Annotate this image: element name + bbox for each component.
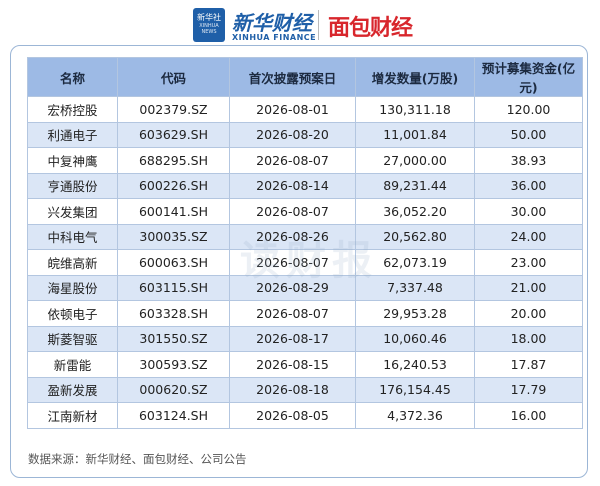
cell-name: 中复神鹰 [27, 147, 118, 174]
cell-date: 2026-08-07 [229, 198, 356, 225]
cell-name: 新雷能 [27, 351, 118, 378]
cell-date: 2026-08-18 [229, 376, 356, 403]
column-header: 增发数量(万股) [355, 57, 475, 97]
cell-date: 2026-08-20 [229, 121, 356, 148]
column-header: 预计募集资金(亿元) [474, 57, 583, 97]
cell-shares: 176,154.45 [355, 376, 475, 403]
cell-shares: 20,562.80 [355, 223, 475, 250]
cell-funds: 24.00 [474, 223, 583, 250]
cell-name: 斯菱智驱 [27, 325, 118, 352]
table-row: 中科电气 300035.SZ 2026-08-26 20,562.80 24.00 [27, 223, 583, 250]
xinhua-logo-subtext: XINHUA NEWS [199, 23, 219, 35]
mianbao-logo: 面包财经 [328, 16, 413, 41]
cell-funds: 21.00 [474, 274, 583, 301]
cell-shares: 36,052.20 [355, 198, 475, 225]
cell-funds: 50.00 [474, 121, 583, 148]
cell-funds: 120.00 [474, 96, 583, 123]
table-row: 利通电子 603629.SH 2026-08-20 11,001.84 50.00 [27, 121, 583, 148]
cell-name: 盈新发展 [27, 376, 118, 403]
cell-shares: 62,073.19 [355, 249, 475, 276]
cell-code: 600063.SH [117, 249, 230, 276]
cell-shares: 11,001.84 [355, 121, 475, 148]
cell-shares: 4,372.36 [355, 402, 475, 429]
cell-date: 2026-08-17 [229, 325, 356, 352]
cell-code: 603115.SH [117, 274, 230, 301]
cell-code: 603328.SH [117, 300, 230, 327]
cell-shares: 7,337.48 [355, 274, 475, 301]
cell-name: 皖维高新 [27, 249, 118, 276]
cell-code: 301550.SZ [117, 325, 230, 352]
table-row: 海星股份 603115.SH 2026-08-29 7,337.48 21.00 [27, 274, 583, 301]
private-placement-table: 名称 代码 首次披露预案日 增发数量(万股) 预计募集资金(亿元) 宏桥控股 00… [27, 57, 583, 429]
logo-divider [318, 10, 319, 40]
xinhua-finance-en: XINHUA FINANCE [232, 33, 317, 42]
column-header: 首次披露预案日 [229, 57, 356, 97]
table-row: 新雷能 300593.SZ 2026-08-15 16,240.53 17.87 [27, 351, 583, 378]
cell-code: 300593.SZ [117, 351, 230, 378]
table-row: 江南新材 603124.SH 2026-08-05 4,372.36 16.00 [27, 402, 583, 429]
cell-name: 海星股份 [27, 274, 118, 301]
cell-shares: 27,000.00 [355, 147, 475, 174]
cell-name: 利通电子 [27, 121, 118, 148]
table-row: 依顿电子 603328.SH 2026-08-07 29,953.28 20.00 [27, 300, 583, 327]
cell-funds: 36.00 [474, 172, 583, 199]
brand-header: 新华社 XINHUA NEWS 新华财经 XINHUA FINANCE 面包财经 [0, 0, 600, 50]
cell-funds: 38.93 [474, 147, 583, 174]
table-row: 皖维高新 600063.SH 2026-08-07 62,073.19 23.00 [27, 249, 583, 276]
cell-code: 000620.SZ [117, 376, 230, 403]
cell-name: 亨通股份 [27, 172, 118, 199]
cell-date: 2026-08-07 [229, 300, 356, 327]
cell-shares: 130,311.18 [355, 96, 475, 123]
cell-date: 2026-08-29 [229, 274, 356, 301]
cell-date: 2026-08-14 [229, 172, 356, 199]
cell-name: 宏桥控股 [27, 96, 118, 123]
cell-funds: 30.00 [474, 198, 583, 225]
cell-date: 2026-08-01 [229, 96, 356, 123]
cell-funds: 20.00 [474, 300, 583, 327]
data-table-wrapper: 名称 代码 首次披露预案日 增发数量(万股) 预计募集资金(亿元) 宏桥控股 00… [27, 57, 583, 429]
cell-shares: 10,060.46 [355, 325, 475, 352]
xinhua-finance-logo: 新华财经 [232, 11, 312, 35]
data-source-note: 数据来源：新华财经、面包财经、公司公告 [28, 452, 247, 466]
cell-code: 002379.SZ [117, 96, 230, 123]
cell-shares: 89,231.44 [355, 172, 475, 199]
cell-funds: 23.00 [474, 249, 583, 276]
cell-date: 2026-08-05 [229, 402, 356, 429]
cell-shares: 29,953.28 [355, 300, 475, 327]
cell-date: 2026-08-07 [229, 147, 356, 174]
cell-name: 江南新材 [27, 402, 118, 429]
cell-name: 中科电气 [27, 223, 118, 250]
cell-code: 603629.SH [117, 121, 230, 148]
cell-name: 兴发集团 [27, 198, 118, 225]
table-row: 斯菱智驱 301550.SZ 2026-08-17 10,060.46 18.00 [27, 325, 583, 352]
table-row: 中复神鹰 688295.SH 2026-08-07 27,000.00 38.93 [27, 147, 583, 174]
xinhua-logo-text: 新华社 [197, 13, 221, 22]
table-row: 亨通股份 600226.SH 2026-08-14 89,231.44 36.00 [27, 172, 583, 199]
cell-code: 688295.SH [117, 147, 230, 174]
cell-name: 依顿电子 [27, 300, 118, 327]
column-header: 名称 [27, 57, 118, 97]
table-row: 盈新发展 000620.SZ 2026-08-18 176,154.45 17.79 [27, 376, 583, 403]
cell-shares: 16,240.53 [355, 351, 475, 378]
table-row: 宏桥控股 002379.SZ 2026-08-01 130,311.18 120.00 [27, 96, 583, 123]
cell-funds: 17.79 [474, 376, 583, 403]
xinhua-logo: 新华社 XINHUA NEWS [193, 8, 225, 42]
cell-date: 2026-08-15 [229, 351, 356, 378]
cell-code: 603124.SH [117, 402, 230, 429]
cell-code: 600226.SH [117, 172, 230, 199]
cell-funds: 17.87 [474, 351, 583, 378]
cell-funds: 18.00 [474, 325, 583, 352]
cell-date: 2026-08-26 [229, 223, 356, 250]
table-row: 兴发集团 600141.SH 2026-08-07 36,052.20 30.00 [27, 198, 583, 225]
cell-funds: 16.00 [474, 402, 583, 429]
table-header-row: 名称 代码 首次披露预案日 增发数量(万股) 预计募集资金(亿元) [27, 57, 583, 97]
column-header: 代码 [117, 57, 230, 97]
cell-code: 600141.SH [117, 198, 230, 225]
cell-date: 2026-08-07 [229, 249, 356, 276]
cell-code: 300035.SZ [117, 223, 230, 250]
